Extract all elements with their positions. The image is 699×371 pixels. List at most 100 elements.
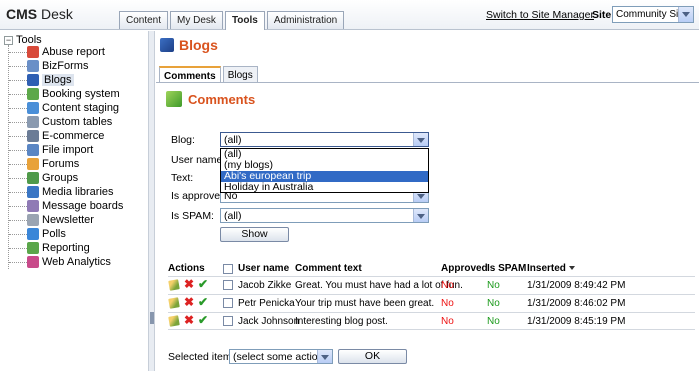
approve-icon[interactable]: ✔ bbox=[198, 278, 208, 290]
collapse-icon[interactable]: − bbox=[4, 35, 13, 45]
header-bar: CMS Desk Content My Desk Tools Administr… bbox=[0, 0, 699, 30]
user-name-label: User name: bbox=[171, 154, 226, 166]
edit-icon[interactable] bbox=[168, 279, 180, 291]
page-title-bar: Blogs bbox=[156, 31, 699, 59]
blog-option-holiday-in-australia[interactable]: Holiday in Australia bbox=[221, 182, 428, 193]
tab-my-desk[interactable]: My Desk bbox=[170, 11, 223, 29]
action-select[interactable]: (select some action) bbox=[229, 349, 333, 364]
app-logo: CMS Desk bbox=[6, 6, 73, 22]
tab-tools[interactable]: Tools bbox=[224, 11, 265, 30]
blog-select[interactable]: (all) bbox=[220, 132, 429, 147]
site-select-value: Community Site bbox=[616, 9, 687, 20]
cell-inserted: 1/31/2009 8:49:42 PM bbox=[527, 280, 626, 291]
header-comment-text[interactable]: Comment text bbox=[295, 263, 362, 274]
tree-connector bbox=[9, 219, 27, 221]
groups-icon bbox=[27, 172, 39, 184]
delete-icon[interactable]: ✖ bbox=[184, 278, 194, 290]
switch-to-site-manager-link[interactable]: Switch to Site Manager bbox=[486, 9, 594, 21]
is-spam-select[interactable]: (all) bbox=[220, 208, 429, 223]
cell-user-name: Jacob Zikke bbox=[238, 280, 292, 291]
main-panel: Blogs Comments Blogs Comments Blog: (all… bbox=[156, 31, 699, 371]
sub-tabs: Comments Blogs bbox=[159, 66, 260, 83]
tree-item-message-boards[interactable]: Message boards bbox=[9, 199, 123, 213]
media-libraries-icon bbox=[27, 186, 39, 198]
chevron-down-icon[interactable] bbox=[678, 7, 693, 22]
tree-connector bbox=[9, 51, 27, 53]
tree-item-label: Newsletter bbox=[42, 214, 94, 226]
row-checkbox[interactable] bbox=[223, 316, 233, 326]
tree-item-forums[interactable]: Forums bbox=[9, 157, 79, 171]
edit-icon[interactable] bbox=[168, 315, 180, 327]
tree-item-booking-system[interactable]: Booking system bbox=[9, 87, 120, 101]
tree-item-newsletter[interactable]: Newsletter bbox=[9, 213, 94, 227]
table-row: ✖ ✔ Jacob Zikke Great. You must have had a … bbox=[168, 276, 695, 294]
tree-item-groups[interactable]: Groups bbox=[9, 171, 78, 185]
tab-comments[interactable]: Comments bbox=[159, 66, 221, 83]
tree-item-media-libraries[interactable]: Media libraries bbox=[9, 185, 114, 199]
tree-item-custom-tables[interactable]: Custom tables bbox=[9, 115, 112, 129]
tree-item-label: Reporting bbox=[42, 242, 90, 254]
delete-icon[interactable]: ✖ bbox=[184, 296, 194, 308]
tree-item-reporting[interactable]: Reporting bbox=[9, 241, 90, 255]
show-button[interactable]: Show bbox=[220, 227, 289, 242]
collapse-handle-icon[interactable] bbox=[150, 312, 154, 324]
cell-is-spam: No bbox=[487, 280, 500, 291]
main-tabs: Content My Desk Tools Administration bbox=[119, 11, 346, 30]
action-select-value: (select some action) bbox=[233, 351, 327, 363]
blog-select-value: (all) bbox=[224, 134, 242, 146]
cell-approved: No bbox=[441, 280, 454, 291]
cell-is-spam: No bbox=[487, 298, 500, 309]
tree-connector bbox=[9, 247, 27, 249]
tab-administration[interactable]: Administration bbox=[266, 11, 345, 29]
tree-item-label: BizForms bbox=[42, 60, 89, 72]
cell-comment-text: Your trip must have been great. bbox=[295, 298, 435, 309]
panel-splitter[interactable] bbox=[149, 31, 155, 371]
approve-icon[interactable]: ✔ bbox=[198, 314, 208, 326]
header-inserted[interactable]: Inserted bbox=[527, 263, 575, 274]
tree-connector bbox=[9, 121, 27, 123]
ok-button[interactable]: OK bbox=[338, 349, 407, 364]
booking-system-icon bbox=[27, 88, 39, 100]
table-row: ✖ ✔ Petr Penicka Your trip must have been g… bbox=[168, 294, 695, 312]
tab-content[interactable]: Content bbox=[119, 11, 169, 29]
header-approved[interactable]: Approved bbox=[441, 263, 488, 274]
tree-item-label: Abuse report bbox=[42, 46, 105, 58]
tree-item-e-commerce[interactable]: E-commerce bbox=[9, 129, 104, 143]
cell-inserted: 1/31/2009 8:45:19 PM bbox=[527, 316, 626, 327]
tree-item-content-staging[interactable]: Content staging bbox=[9, 101, 119, 115]
chevron-down-icon[interactable] bbox=[413, 209, 428, 222]
approve-icon[interactable]: ✔ bbox=[198, 296, 208, 308]
tree-item-abuse-report[interactable]: Abuse report bbox=[9, 45, 105, 59]
tree-connector bbox=[9, 107, 27, 109]
e-commerce-icon bbox=[27, 130, 39, 142]
edit-icon[interactable] bbox=[168, 297, 180, 309]
row-checkbox[interactable] bbox=[223, 298, 233, 308]
chevron-down-icon[interactable] bbox=[317, 350, 332, 363]
header-user-name[interactable]: User name bbox=[238, 263, 289, 274]
tree-item-label: Blogs bbox=[42, 74, 74, 86]
tree-item-web-analytics[interactable]: Web Analytics bbox=[9, 255, 111, 269]
tree-item-label: Media libraries bbox=[42, 186, 114, 198]
message-boards-icon bbox=[27, 200, 39, 212]
header-is-spam[interactable]: Is SPAM bbox=[487, 263, 526, 274]
tree-item-file-import[interactable]: File import bbox=[9, 143, 93, 157]
tree-connector bbox=[9, 177, 27, 179]
polls-icon bbox=[27, 228, 39, 240]
abuse-report-icon bbox=[27, 46, 39, 58]
cell-user-name: Petr Penicka bbox=[238, 298, 295, 309]
delete-icon[interactable]: ✖ bbox=[184, 314, 194, 326]
chevron-down-icon[interactable] bbox=[413, 133, 428, 146]
tab-blogs[interactable]: Blogs bbox=[222, 66, 258, 82]
tree-item-polls[interactable]: Polls bbox=[9, 227, 66, 241]
site-select[interactable]: Community Site bbox=[612, 6, 694, 23]
cell-user-name: Jack Johnson bbox=[238, 316, 300, 327]
tree-item-label: File import bbox=[42, 144, 94, 156]
is-spam-value: (all) bbox=[224, 210, 242, 222]
select-all-checkbox[interactable] bbox=[223, 264, 233, 274]
tree-item-bizforms[interactable]: BizForms bbox=[9, 59, 88, 73]
file-import-icon bbox=[27, 144, 39, 156]
row-checkbox[interactable] bbox=[223, 280, 233, 290]
cell-comment-text: Great. You must have had a lot of fun. bbox=[295, 280, 463, 291]
tree-item-blogs[interactable]: Blogs bbox=[9, 73, 74, 87]
bizforms-icon bbox=[27, 60, 39, 72]
